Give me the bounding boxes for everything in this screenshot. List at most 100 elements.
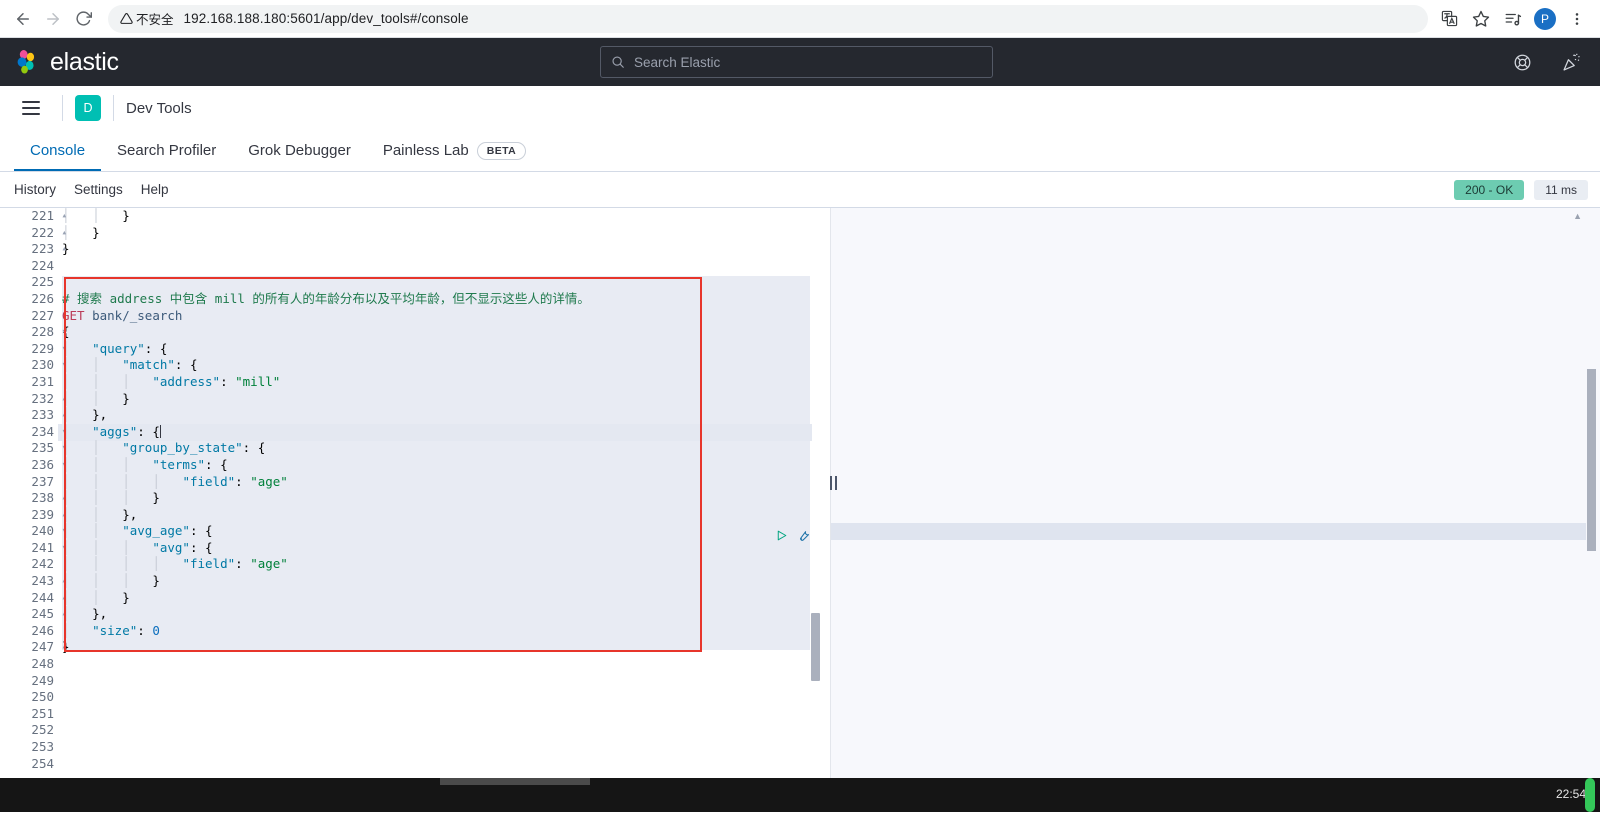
request-vertical-scrollbar[interactable] — [811, 613, 820, 681]
code-line: │ } — [62, 224, 100, 240]
url-text: 192.168.188.180:5601/app/dev_tools#/cons… — [183, 11, 469, 26]
elastic-global-header: elastic Search Elastic — [0, 38, 1600, 86]
request-editor[interactable]: 221 ▴ 222 ▴ 223 ▴ 224 225 226 227 228 ▾ 229 ▾ 230 ▾ 231 2… — [0, 208, 830, 778]
status-badge: 200 - OK — [1454, 179, 1525, 200]
back-button[interactable] — [8, 4, 38, 34]
media-controls-icon[interactable] — [1498, 4, 1528, 34]
profile-avatar[interactable]: P — [1530, 4, 1560, 34]
security-label: 不安全 — [136, 13, 174, 27]
line-number: 244 ▴ — [31, 589, 67, 605]
line-number: 254 — [31, 755, 54, 771]
line-number: 235 ▾ — [31, 440, 67, 456]
line-number: 222 ▴ — [31, 224, 67, 240]
hamburger-icon[interactable] — [12, 89, 50, 127]
tab-label: Search Profiler — [117, 142, 217, 159]
bookmark-star-icon[interactable] — [1466, 4, 1496, 34]
code-line: │ │ │ "terms": { — [62, 456, 228, 472]
code-line: │ │ │ } — [62, 573, 160, 589]
line-number: 234 ▾ — [31, 423, 67, 439]
taskbar-scroll-thumb[interactable] — [440, 778, 590, 785]
tab-label: Grok Debugger — [248, 142, 351, 159]
history-link[interactable]: History — [14, 182, 56, 197]
profile-initial: P — [1534, 7, 1556, 30]
beta-badge: BETA — [476, 141, 527, 160]
browser-toolbar: 不安全 192.168.188.180:5601/app/dev_tools#/… — [0, 0, 1600, 38]
divider — [62, 95, 63, 121]
code-line: │ │ │ │ "field": "age" — [62, 556, 288, 572]
code-line: │ }, — [62, 407, 108, 423]
line-number: 232 ▴ — [31, 390, 67, 406]
line-number: 248 — [31, 656, 54, 672]
line-number: 245 ▴ — [31, 606, 67, 622]
elastic-brand-text: elastic — [50, 47, 119, 76]
tab-search-profiler[interactable]: Search Profiler — [101, 130, 232, 171]
line-number: 252 — [31, 722, 54, 738]
taskbar-clock: 22:54 — [1555, 787, 1586, 801]
reload-button[interactable] — [68, 4, 98, 34]
party-popper-icon[interactable] — [1562, 52, 1582, 72]
forward-button[interactable] — [38, 4, 68, 34]
line-number: 229 ▾ — [31, 340, 67, 356]
code-line: │ │ │ │ "field": "age" — [62, 473, 288, 489]
security-indicator[interactable]: 不安全 — [120, 9, 174, 28]
console-toolbar: History Settings Help 200 - OK 11 ms — [0, 172, 1600, 207]
app-breadcrumb-bar: D Dev Tools — [0, 86, 1600, 130]
code-line: { — [62, 324, 70, 340]
help-link[interactable]: Help — [141, 182, 169, 197]
global-search-input[interactable]: Search Elastic — [600, 46, 993, 78]
code-line: │ │ } — [62, 589, 130, 605]
line-number: 251 — [31, 705, 54, 721]
code-line: # 搜索 address 中包含 mill 的所有人的年龄分布以及平均年龄，但不… — [62, 290, 590, 306]
page-scrollbar-thumb[interactable] — [1587, 369, 1596, 551]
request-line-numbers: 221 ▴ 222 ▴ 223 ▴ 224 225 226 227 228 ▾ 229 ▾ 230 ▾ 231 2… — [0, 208, 67, 778]
line-number: 225 — [31, 274, 54, 290]
browser-menu-icon[interactable] — [1562, 4, 1592, 34]
settings-link[interactable]: Settings — [74, 182, 123, 197]
wrench-icon[interactable] — [797, 528, 811, 547]
response-viewer[interactable]: 9▴10▾11▾121314▴151617▴18▾19▾2021▴22▾2324… — [830, 208, 1600, 778]
line-number: 239 ▴ — [31, 506, 67, 522]
play-triangle-icon[interactable] — [775, 529, 788, 547]
line-number: 242 — [31, 556, 54, 572]
line-number: 241 ▾ — [31, 539, 67, 555]
address-bar[interactable]: 不安全 192.168.188.180:5601/app/dev_tools#/… — [108, 4, 1428, 33]
code-line: │ "size": 0 — [62, 622, 160, 638]
lifebuoy-icon[interactable] — [1513, 53, 1532, 72]
request-code[interactable]: │ │ } │ }} # 搜索 address 中包含 mill 的所有人的年龄分… — [62, 208, 590, 772]
code-line: GET bank/_search — [62, 307, 183, 323]
line-number: 253 — [31, 739, 54, 754]
line-number: 250 — [31, 689, 54, 705]
translate-icon[interactable] — [1434, 4, 1464, 34]
line-number: 231 — [31, 373, 54, 389]
tab-label: Painless Lab — [382, 142, 469, 159]
line-number: 227 — [31, 307, 54, 323]
page-title: Dev Tools — [126, 99, 192, 117]
code-line: } — [62, 639, 70, 655]
green-scroll-indicator[interactable] — [1585, 778, 1595, 812]
space-avatar[interactable]: D — [75, 95, 101, 121]
line-number: 228 ▾ — [31, 324, 67, 340]
browser-actions: P — [1434, 4, 1592, 34]
dev-tools-tabs: Console Search Profiler Grok Debugger Pa… — [0, 130, 1600, 172]
code-line: │ │ }, — [62, 506, 138, 522]
response-status: 200 - OK 11 ms — [1454, 179, 1588, 200]
tab-painless-lab[interactable]: Painless Lab BETA — [367, 130, 542, 171]
tab-console[interactable]: Console — [14, 130, 102, 171]
code-line: │ │ "avg_age": { — [62, 523, 213, 539]
divider — [113, 95, 114, 121]
elastic-logo[interactable]: elastic — [0, 48, 119, 77]
scroll-up-arrow-icon[interactable]: ▲ — [1573, 211, 1582, 221]
code-line: │ │ } — [62, 208, 130, 223]
pane-resize-handle[interactable] — [830, 476, 844, 490]
tab-grok-debugger[interactable]: Grok Debugger — [232, 130, 367, 171]
active-line-highlight — [831, 523, 1586, 540]
code-line: │ "query": { — [62, 340, 168, 356]
code-line: } — [62, 241, 70, 257]
os-taskbar: 22:54 — [0, 778, 1600, 812]
latency-badge: 11 ms — [1534, 179, 1588, 200]
line-number: 223 ▴ — [31, 241, 67, 257]
